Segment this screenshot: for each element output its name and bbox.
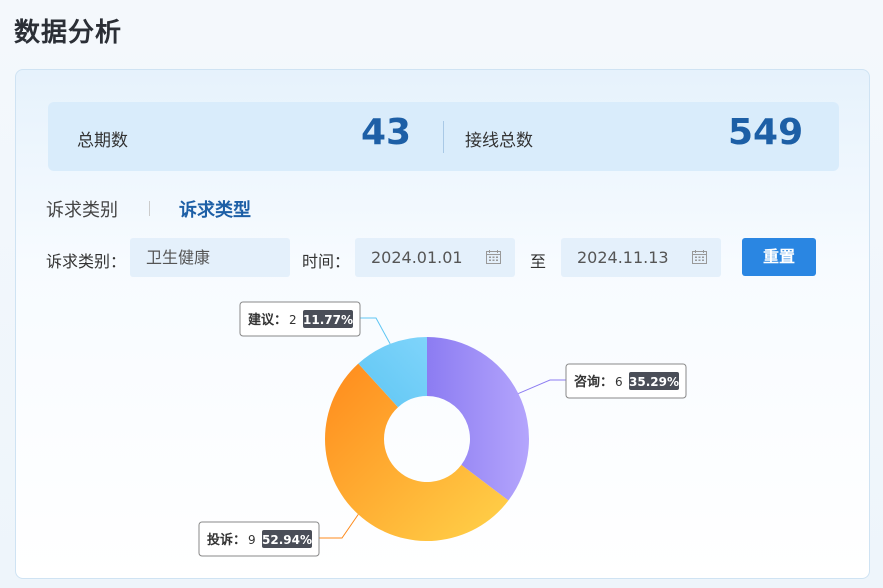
slice-value: 9 (248, 533, 256, 547)
slice-percent: 11.77% (303, 313, 353, 327)
analysis-card: 总期数 43 接线总数 549 诉求类别 诉求类型 诉求类别： 卫生健康 时间：… (15, 69, 870, 579)
leader-line (319, 514, 359, 539)
slice-category: 咨询： (574, 374, 613, 390)
slice-category: 投诉： (207, 532, 246, 548)
slice-label: 咨询： 6 35.29% (565, 363, 687, 399)
slice-value: 2 (289, 313, 297, 327)
slice-label: 建议： 2 11.77% (239, 301, 361, 337)
slice-percent: 52.94% (262, 533, 312, 547)
slice-1[interactable] (427, 337, 530, 501)
slice-value: 6 (615, 375, 623, 389)
page-title: 数据分析 (14, 18, 123, 48)
leader-line (360, 317, 391, 345)
slice-category: 建议： (248, 312, 287, 328)
donut-chart: 咨询： 6 35.29% 投诉： 9 52.94% 建议： 2 11.77% (198, 301, 687, 557)
slice-percent: 35.29% (629, 375, 679, 389)
leader-line (518, 379, 566, 394)
slice-label: 投诉： 9 52.94% (198, 521, 320, 557)
